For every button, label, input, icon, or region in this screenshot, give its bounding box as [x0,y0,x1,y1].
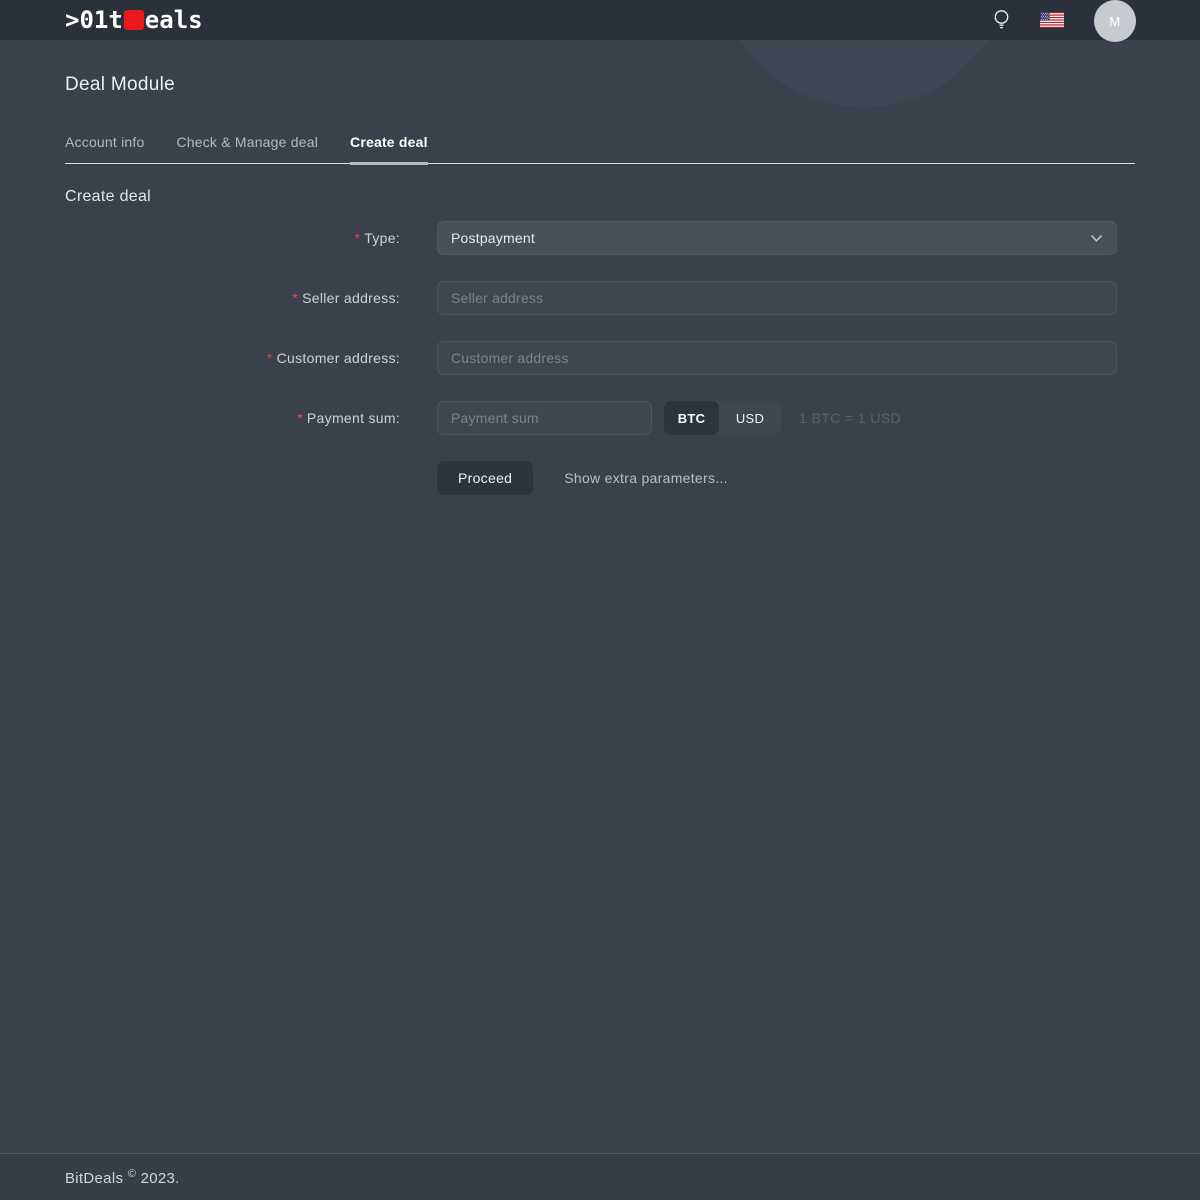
form-row-actions: Proceed Show extra parameters... [65,461,1135,495]
logo-text-prefix: >01t [65,8,123,32]
footer-copyright: BitDeals © 2023. [65,1168,180,1187]
chevron-down-icon [1090,234,1103,243]
theme-toggle-button[interactable] [993,9,1010,31]
form-row-type: *Type: Postpayment [65,221,1135,255]
type-select[interactable]: Postpayment [437,221,1117,255]
form-row-customer-address: *Customer address: [65,341,1135,375]
form-row-payment-sum: *Payment sum: BTC USD 1 BTC = 1 USD [65,401,1135,435]
app-header: >01t eals [0,0,1200,40]
payment-sum-input[interactable] [437,401,652,435]
customer-address-label: *Customer address: [65,350,437,366]
required-marker: * [292,290,298,306]
us-flag-icon [1040,12,1064,28]
create-deal-form: *Type: Postpayment *Seller address: [65,221,1135,495]
exchange-rate-text: 1 BTC = 1 USD [799,410,901,426]
currency-toggle: BTC USD [664,401,781,435]
type-label: *Type: [65,230,437,246]
required-marker: * [267,350,273,366]
logo[interactable]: >01t eals [65,8,203,32]
lightbulb-icon [993,9,1010,31]
tab-check-manage-deal[interactable]: Check & Manage deal [176,134,318,163]
copyright-symbol: © [128,1168,136,1180]
seller-address-label: *Seller address: [65,290,437,306]
tab-account-info[interactable]: Account info [65,134,144,163]
required-marker: * [297,410,303,426]
app-footer: BitDeals © 2023. [0,1153,1200,1200]
main-content: Deal Module Account info Check & Manage … [0,40,1200,1153]
tab-bar: Account info Check & Manage deal Create … [65,134,1135,164]
form-row-seller-address: *Seller address: [65,281,1135,315]
type-select-value: Postpayment [451,230,535,246]
logo-text-suffix: eals [145,8,203,32]
currency-option-btc[interactable]: BTC [664,401,719,435]
avatar-letter: M [1109,14,1120,29]
avatar[interactable]: M [1094,0,1136,42]
language-selector[interactable] [1040,12,1064,28]
currency-option-usd[interactable]: USD [719,401,781,435]
seller-address-input[interactable] [437,281,1117,315]
show-extra-parameters-link[interactable]: Show extra parameters... [564,470,728,486]
tab-create-deal[interactable]: Create deal [350,134,428,163]
proceed-button[interactable]: Proceed [437,461,533,495]
customer-address-input[interactable] [437,341,1117,375]
required-marker: * [355,230,361,246]
payment-sum-label: *Payment sum: [65,410,437,426]
section-title: Create deal [65,188,1135,206]
logo-square-icon [124,10,144,30]
header-actions: M [993,0,1136,42]
page-title: Deal Module [65,72,1135,98]
